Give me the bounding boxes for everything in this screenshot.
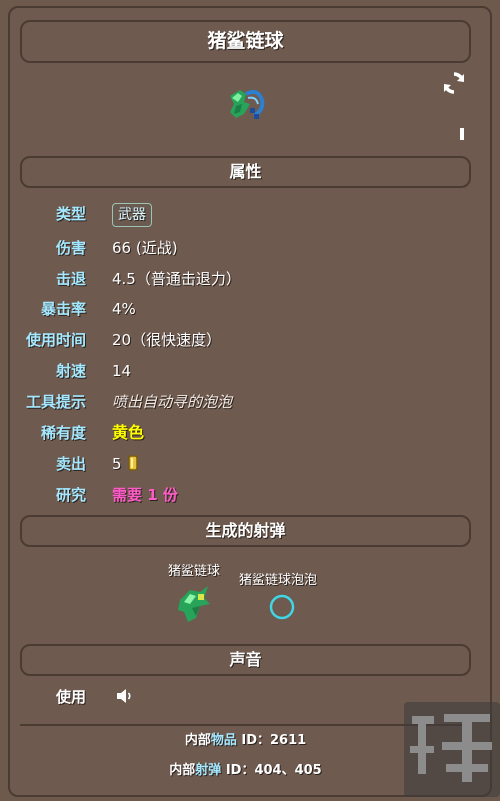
watermark-glyph-icon (410, 714, 492, 782)
attr-row-velocity: 射速 14 (0, 359, 480, 383)
attr-label: 击退 (55, 270, 86, 288)
sell-value: 5 (112, 455, 122, 473)
attr-row-tooltip: 工具提示 喷出自动寻的泡泡 (0, 390, 480, 414)
footer-text: 内部 (184, 733, 211, 748)
attr-value: 5 (112, 452, 139, 476)
attr-label: 使用时间 (25, 331, 86, 349)
attr-value: 4.5（普通击退力） (112, 270, 241, 288)
attr-value: 喷出自动寻的泡泡 (112, 393, 233, 411)
attr-label: 卖出 (55, 455, 86, 473)
section-attributes: 属性 (20, 156, 471, 188)
sound-value (112, 685, 134, 709)
attr-row-damage: 伤害 66 (近战) (0, 236, 480, 260)
piranha-flail-projectile-icon[interactable] (174, 584, 216, 626)
stack-marker (460, 128, 464, 140)
piranha-flail-icon (230, 90, 265, 119)
attr-value: 14 (112, 362, 132, 380)
attr-value: 4% (112, 300, 136, 318)
item-title: 猪鲨链球 (20, 20, 471, 63)
attr-label: 暴击率 (40, 300, 86, 318)
section-projectiles: 生成的射弹 (20, 515, 471, 547)
projectile-name[interactable]: 猪鲨链球 (168, 560, 220, 579)
attr-label: 稀有度 (40, 424, 86, 442)
attr-row-knockback: 击退 4.5（普通击退力） (0, 267, 480, 291)
attr-value: 20（很快速度） (112, 331, 222, 349)
attr-label: 类型 (55, 205, 86, 223)
attr-row-crit: 暴击率 4% (0, 297, 480, 321)
gold-coin-icon (128, 455, 139, 471)
sound-label: 使用 (55, 688, 86, 706)
attr-row-rarity: 稀有度 黄色 (0, 421, 480, 445)
attr-label: 工具提示 (25, 393, 86, 411)
rarity-value: 黄色 (112, 423, 145, 442)
attr-row-sell: 卖出 5 (0, 452, 480, 476)
attr-value: 武器 (112, 202, 152, 227)
type-tag[interactable]: 武器 (112, 203, 152, 227)
footer-text: ID：404、405 (221, 763, 322, 778)
research-value: 需要 1 份 (112, 486, 178, 504)
attr-label: 射速 (55, 362, 86, 380)
speaker-icon[interactable] (116, 688, 134, 704)
attr-row-research: 研究 需要 1 份 (0, 483, 480, 507)
projectile-name[interactable]: 猪鲨链球泡泡 (239, 569, 317, 588)
attr-label: 研究 (55, 486, 86, 504)
attr-row-type: 类型 武器 (0, 202, 480, 227)
watermark-logo (404, 702, 500, 797)
refresh-icon[interactable] (441, 70, 467, 96)
attr-label: 伤害 (55, 239, 86, 257)
footer-text: ID：2611 (236, 733, 307, 748)
bubble-projectile-icon[interactable] (267, 592, 297, 622)
attr-row-usetime: 使用时间 20（很快速度） (0, 328, 480, 352)
footer-highlight: 物品 (210, 733, 237, 748)
footer-text: 内部 (169, 763, 196, 778)
footer-highlight: 射弹 (195, 763, 222, 778)
section-sounds: 声音 (20, 644, 471, 676)
attr-value: 66 (近战) (112, 239, 178, 257)
